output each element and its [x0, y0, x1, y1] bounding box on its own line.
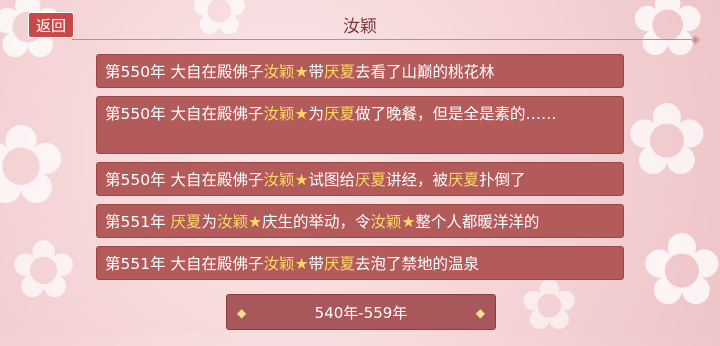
character-name: 汝颖: [263, 255, 295, 273]
character-name: 厌夏: [448, 171, 480, 189]
event-text: 讲经，被: [386, 171, 449, 189]
event-text: 去看了山巅的桃花林: [355, 63, 495, 81]
event-text: 扑倒了: [479, 171, 526, 189]
event-text: 大自在殿佛子: [170, 171, 264, 189]
event-text: 带: [308, 63, 324, 81]
event-entry: 第551年 大自在殿佛子汝颖★带厌夏去泡了禁地的温泉: [96, 246, 624, 280]
sakura-flower-icon: ✿: [10, 223, 78, 316]
event-text: 大自在殿佛子: [170, 255, 264, 273]
event-year: 第551年: [105, 213, 166, 231]
event-text: 大自在殿佛子: [170, 105, 264, 123]
event-entry: 第550年 大自在殿佛子汝颖★试图给厌夏讲经，被厌夏扑倒了: [96, 162, 624, 196]
year-range-button[interactable]: ◆ 540年-559年 ◆: [226, 294, 496, 330]
sakura-flower-icon: ✿: [0, 101, 68, 229]
event-entry: 第550年 大自在殿佛子汝颖★为厌夏做了晚餐，但是全是素的……: [96, 96, 624, 154]
year-range-label: 540年-559年: [314, 303, 408, 322]
star-icon: ★: [294, 171, 309, 189]
event-year: 第551年: [105, 255, 166, 273]
page-title: 汝颖: [343, 17, 377, 37]
star-icon: ★: [294, 63, 309, 81]
sakura-flower-icon: ✿: [625, 81, 709, 198]
character-name: 汝颖: [263, 171, 295, 189]
character-name: 厌夏: [323, 255, 355, 273]
event-year: 第550年: [105, 63, 166, 81]
event-text: 为: [201, 213, 218, 231]
character-name: 厌夏: [323, 105, 355, 123]
character-name: 汝颖: [263, 63, 295, 81]
sakura-flower-icon: ✿: [640, 211, 720, 328]
event-text: 庆生的举动，令: [261, 213, 371, 231]
ornament-icon: ◈: [690, 32, 700, 46]
event-text: 试图给: [308, 171, 355, 189]
character-name: 厌夏: [323, 63, 355, 81]
character-name: 汝颖: [263, 105, 295, 123]
star-icon: ★: [294, 105, 309, 123]
event-year: 第550年: [105, 105, 166, 123]
event-text: 为: [308, 105, 324, 123]
star-icon: ★: [248, 213, 262, 231]
event-year: 第550年: [105, 171, 166, 189]
event-text: 整个人都暖洋洋的: [415, 213, 540, 231]
event-entry: 第551年 厌夏为汝颖★庆生的举动，令汝颖★整个人都暖洋洋的: [96, 204, 624, 238]
star-icon: ★: [401, 213, 416, 231]
star-icon: ★: [294, 255, 309, 273]
event-text: 做了晚餐，但是全是素的……: [355, 105, 557, 123]
character-name: 汝颖: [217, 213, 249, 231]
character-name: 厌夏: [170, 213, 202, 231]
diamond-icon: ◆: [475, 306, 485, 320]
event-list: 第550年 大自在殿佛子汝颖★带厌夏去看了山巅的桃花林 第550年 大自在殿佛子…: [96, 54, 624, 288]
event-entry: 第550年 大自在殿佛子汝颖★带厌夏去看了山巅的桃花林: [96, 54, 624, 88]
diamond-icon: ◆: [237, 306, 247, 320]
header-divider: [72, 39, 692, 40]
character-name: 汝颖: [370, 213, 402, 231]
event-text: 去泡了禁地的温泉: [355, 255, 480, 273]
event-text: 大自在殿佛子: [170, 63, 264, 81]
character-name: 厌夏: [354, 171, 386, 189]
event-text: 带: [308, 255, 324, 273]
